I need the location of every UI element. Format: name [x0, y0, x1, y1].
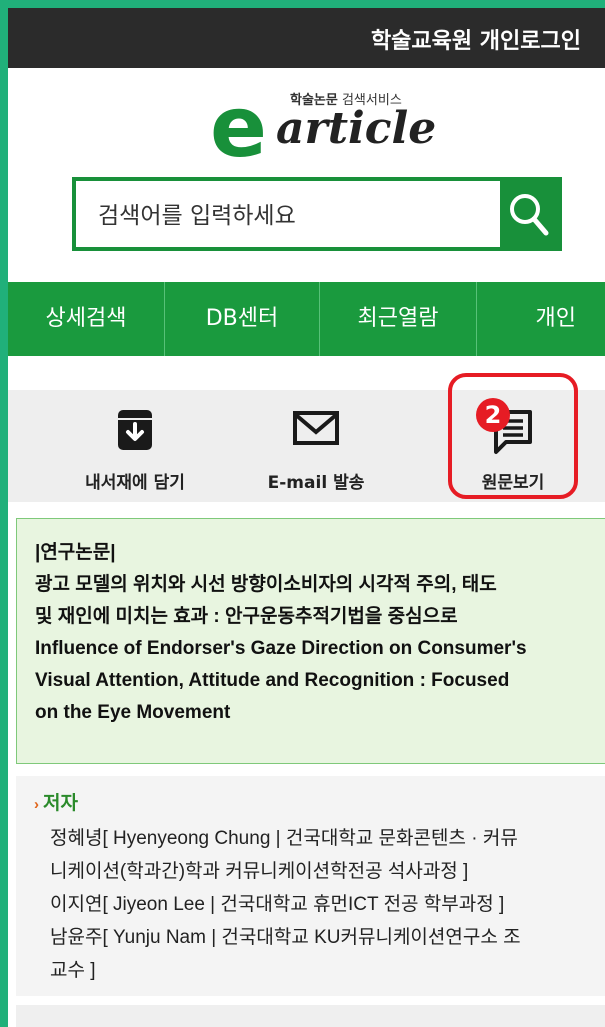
top-bar: 학술교육원 개인로그인 [8, 8, 605, 68]
paper-title-en-line-2: Visual Attention, Attitude and Recogniti… [35, 670, 510, 691]
author-line: 정혜녕[ Hyenyeong Chung | 건국대학교 문화콘텐츠 · 커뮤 [50, 828, 518, 849]
nav-recent-views[interactable]: 최근열람 [320, 282, 477, 356]
author-line: 남윤주[ Yunju Nam | 건국대학교 KU커뮤니케이션연구소 조 [50, 927, 521, 948]
step-badge: 2 [476, 398, 510, 432]
author-list: 정혜녕[ Hyenyeong Chung | 건국대학교 문화콘텐츠 · 커뮤 … [50, 822, 595, 987]
search-icon [510, 194, 549, 236]
logo-letter: e [210, 78, 267, 176]
paper-title-ko-line-1: 광고 모델의 위치와 시선 방향이소비자의 시각적 주의, 태도 [35, 574, 497, 595]
nav-detail-search[interactable]: 상세검색 [8, 282, 165, 356]
login-link[interactable]: 학술교육원 개인로그인 [371, 23, 581, 55]
logo-word: article [276, 103, 437, 154]
main-nav: 상세검색 DB센터 최근열람 개인 [8, 282, 605, 356]
frame-left-border [0, 0, 8, 1027]
author-line: 이지연[ Jiyeon Lee | 건국대학교 휴먼ICT 전공 학부과정 ] [50, 894, 505, 915]
paper-title-en-line-1: Influence of Endorser's Gaze Direction o… [35, 638, 527, 659]
email-label: E-mail 발송 [267, 473, 365, 493]
search-box [72, 177, 562, 251]
nav-db-center[interactable]: DB센터 [165, 282, 320, 356]
email-button[interactable]: E-mail 발송 [241, 390, 391, 502]
save-to-library-button[interactable]: 내서재에 담기 [60, 390, 210, 502]
author-line: 교수 ] [50, 960, 96, 981]
nav-personal[interactable]: 개인 [477, 282, 605, 356]
search-input[interactable] [96, 193, 500, 239]
author-line: 니케이션(학과간)학과 커뮤니케이션학전공 석사과정 ] [50, 861, 469, 882]
next-section-strip [16, 1005, 605, 1027]
arrow-icon: › [34, 796, 39, 813]
paper-title-en-line-3: on the Eye Movement [35, 702, 231, 723]
mail-icon [293, 411, 339, 445]
highlight-box [448, 373, 578, 499]
frame-top-border [0, 0, 605, 8]
paper-title-box: |연구논문| 광고 모델의 위치와 시선 방향이소비자의 시각적 주의, 태도 … [16, 518, 605, 764]
save-to-library-label: 내서재에 담기 [85, 473, 185, 493]
earticle-logo[interactable]: e 학술논문 검색서비스 article [210, 85, 450, 169]
library-save-icon [118, 410, 152, 450]
search-button[interactable] [500, 181, 558, 247]
authors-section: › 저자 정혜녕[ Hyenyeong Chung | 건국대학교 문화콘텐츠 ·… [16, 776, 605, 996]
paper-category: |연구논문| [35, 542, 116, 563]
paper-title-ko-line-2: 및 재인에 미치는 효과 : 안구운동추적기법을 중심으로 [35, 606, 458, 627]
authors-heading: › 저자 [34, 793, 78, 814]
